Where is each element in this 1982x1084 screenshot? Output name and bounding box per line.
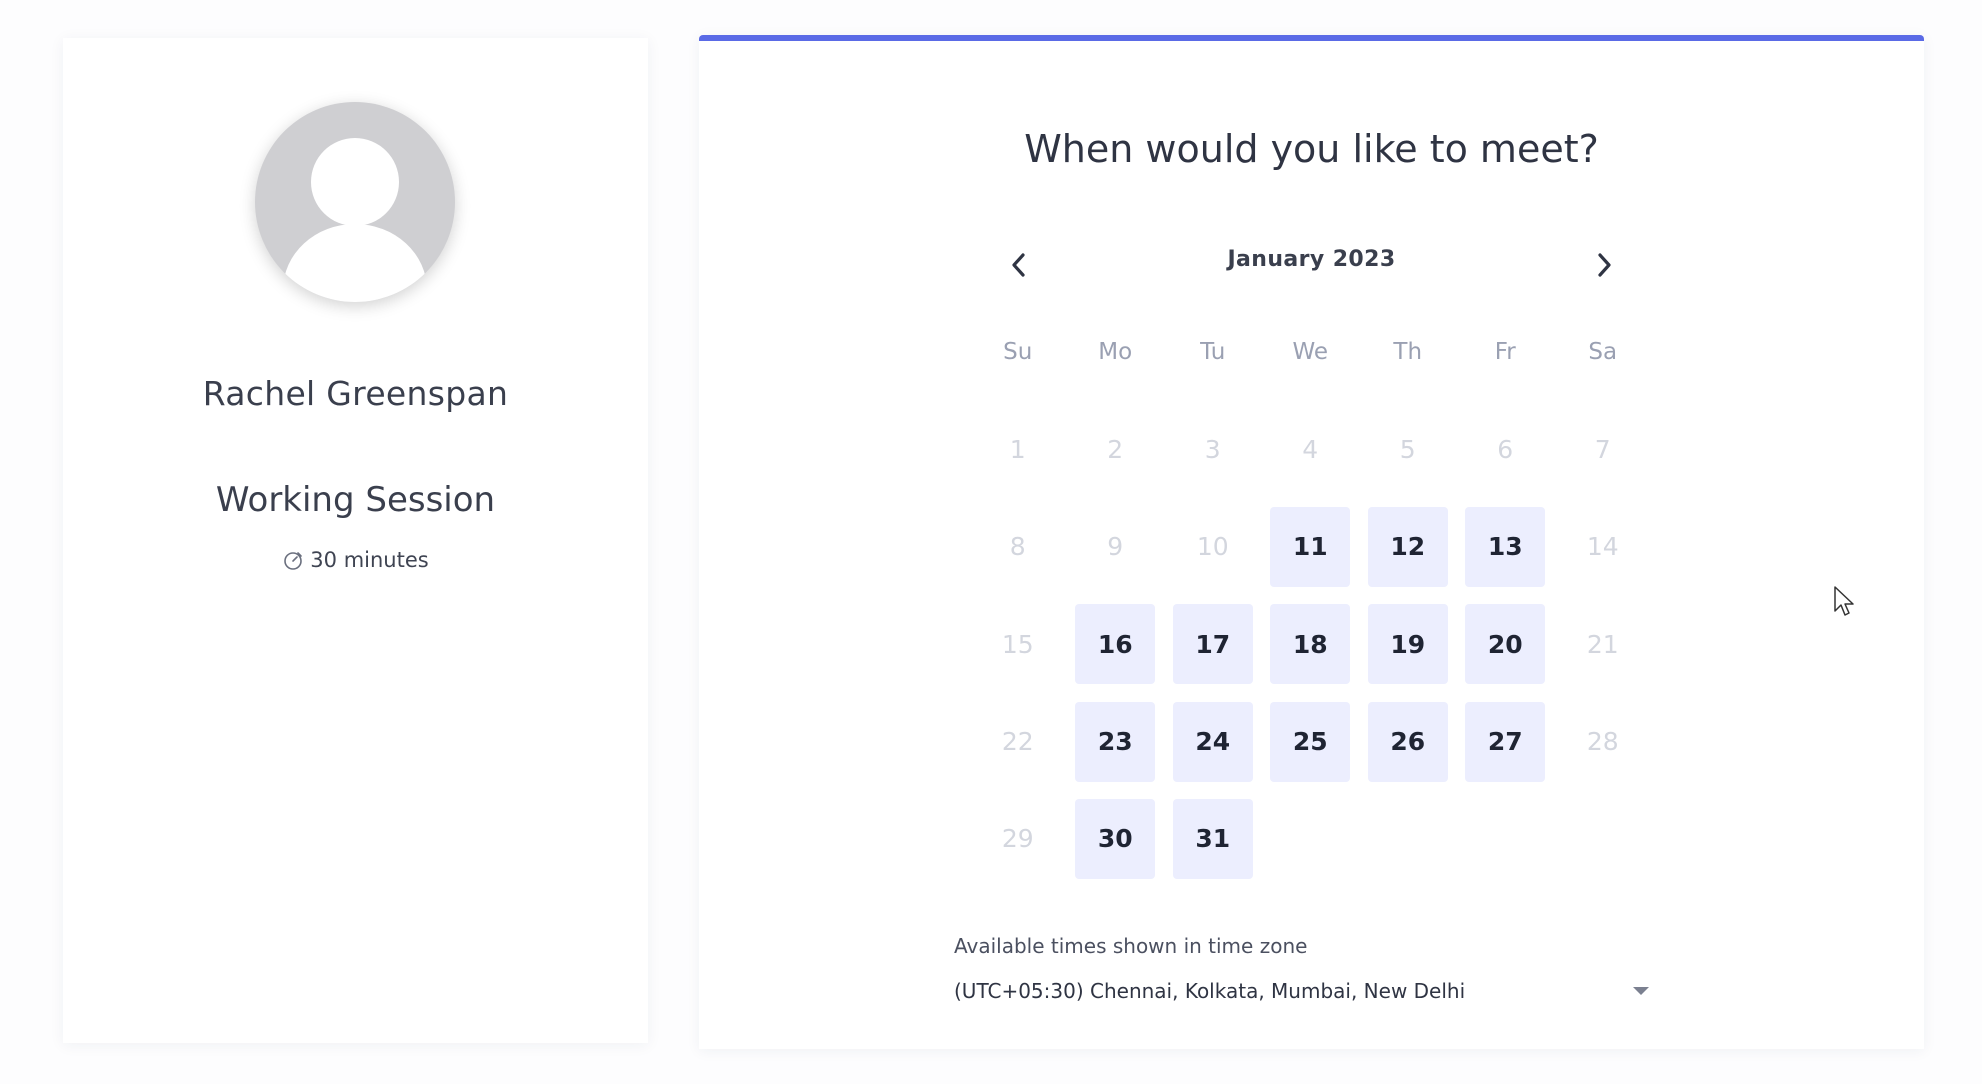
- calendar-day-unavailable: 7: [1594, 435, 1611, 465]
- calendar-day-unavailable: 22: [1001, 727, 1034, 757]
- calendar-cell: 5: [1359, 401, 1457, 498]
- calendar-day-available[interactable]: 11: [1270, 506, 1351, 587]
- calendar-day-unavailable: 8: [1009, 532, 1026, 562]
- calendar-cell: 22: [969, 693, 1067, 790]
- calendar-day-unavailable: 21: [1586, 629, 1619, 659]
- calendar-cell: 20: [1457, 596, 1555, 693]
- calendar-day-unavailable: 4: [1302, 435, 1319, 465]
- calendar-cell: 4: [1262, 401, 1360, 498]
- avatar: [255, 102, 455, 302]
- calendar-day-unavailable: 2: [1107, 435, 1124, 465]
- calendar-cell: 24: [1164, 693, 1262, 790]
- calendar-cell: 18: [1262, 596, 1360, 693]
- calendar-cell: 17: [1164, 596, 1262, 693]
- calendar-cell: 21: [1554, 596, 1652, 693]
- calendar-day-available[interactable]: 30: [1075, 798, 1156, 879]
- calendar-cell: 29: [969, 790, 1067, 887]
- calendar-cell: 25: [1262, 693, 1360, 790]
- weekday-label: Mo: [1098, 339, 1133, 365]
- calendar-cell: 13: [1457, 498, 1555, 595]
- calendar-day-available[interactable]: 12: [1367, 506, 1448, 587]
- calendar-cell: 16: [1067, 596, 1165, 693]
- calendar-day-unavailable: 29: [1001, 824, 1034, 854]
- page-title: When would you like to meet?: [1024, 127, 1599, 171]
- weekday-label: We: [1292, 339, 1329, 365]
- timer-icon: [284, 552, 303, 570]
- next-month-button[interactable]: [1584, 245, 1624, 285]
- user-placeholder-icon: [283, 138, 427, 302]
- calendar-day-available[interactable]: 27: [1465, 701, 1546, 782]
- calendar-cell: 15: [969, 596, 1067, 693]
- calendar-day-unavailable: 3: [1204, 435, 1221, 465]
- calendar-cell: 26: [1359, 693, 1457, 790]
- calendar-cell: 23: [1067, 693, 1165, 790]
- calendar-day-unavailable: 9: [1107, 532, 1124, 562]
- calendar-day-available[interactable]: 18: [1270, 604, 1351, 685]
- calendar-cell: 28: [1554, 693, 1652, 790]
- host-name: Rachel Greenspan: [202, 374, 509, 413]
- calendar-cell: 3: [1164, 401, 1262, 498]
- calendar-cell: 31: [1164, 790, 1262, 887]
- calendar-day-available[interactable]: 20: [1465, 604, 1546, 685]
- calendar-cell: 14: [1554, 498, 1652, 595]
- calendar-day-unavailable: 14: [1586, 532, 1619, 562]
- calendar-day-available[interactable]: 24: [1172, 701, 1253, 782]
- weekday-label: Tu: [1200, 339, 1226, 365]
- calendar-grid: 1 2 3 4 5 6 7 8 9 10 11 12 13 14 15 16 17 18 19 20 21 22 23 24 2…: [969, 401, 1652, 887]
- duration-label: 30 minutes: [310, 548, 429, 572]
- host-profile-panel: Rachel Greenspan Working Session 30 minu…: [63, 38, 648, 1043]
- calendar-day-unavailable: 5: [1399, 435, 1416, 465]
- weekday-label: Su: [1003, 339, 1033, 365]
- month-label: January 2023: [1227, 247, 1396, 272]
- weekday-label: Fr: [1494, 339, 1516, 365]
- weekday-label: Th: [1393, 339, 1423, 365]
- calendar-cell: 19: [1359, 596, 1457, 693]
- calendar-cell: 1: [969, 401, 1067, 498]
- calendar-cell: 7: [1554, 401, 1652, 498]
- event-duration: 30 minutes: [63, 548, 648, 572]
- calendar-day-available[interactable]: 19: [1367, 604, 1448, 685]
- timezone-select[interactable]: (UTC+05:30) Chennai, Kolkata, Mumbai, Ne…: [954, 969, 1654, 1013]
- calendar-day-available[interactable]: 25: [1270, 701, 1351, 782]
- calendar-cell: 6: [1457, 401, 1555, 498]
- timezone-value: (UTC+05:30) Chennai, Kolkata, Mumbai, Ne…: [954, 979, 1466, 1003]
- mouse-pointer-icon: [1833, 585, 1857, 623]
- calendar-cell: 9: [1067, 498, 1165, 595]
- calendar-day-unavailable: 15: [1001, 629, 1034, 659]
- calendar-day-available[interactable]: 23: [1075, 701, 1156, 782]
- calendar-cell: 27: [1457, 693, 1555, 790]
- calendar-day-available[interactable]: 31: [1172, 798, 1253, 879]
- calendar-cell: 30: [1067, 790, 1165, 887]
- calendar-cell: 10: [1164, 498, 1262, 595]
- caret-down-icon: [1633, 987, 1649, 995]
- chevron-right-icon: [1598, 253, 1611, 277]
- calendar-day-unavailable: 1: [1009, 435, 1026, 465]
- calendar-day-available[interactable]: 17: [1172, 604, 1253, 685]
- timezone-label: Available times shown in time zone: [954, 934, 1308, 958]
- weekday-label: Sa: [1588, 339, 1618, 365]
- date-picker-panel: When would you like to meet? January 202…: [699, 35, 1924, 1049]
- event-title: Working Session: [215, 480, 496, 520]
- calendar-day-unavailable: 28: [1586, 727, 1619, 757]
- calendar-day-unavailable: 10: [1196, 532, 1229, 562]
- calendar-day-available[interactable]: 13: [1465, 506, 1546, 587]
- calendar-day-available[interactable]: 16: [1075, 604, 1156, 685]
- calendar-cell: 11: [1262, 498, 1360, 595]
- calendar-cell: 12: [1359, 498, 1457, 595]
- calendar-day-unavailable: 6: [1497, 435, 1514, 465]
- calendar-cell: 8: [969, 498, 1067, 595]
- calendar-day-available[interactable]: 26: [1367, 701, 1448, 782]
- weekday-header: Su Mo Tu We Th Fr Sa: [969, 339, 1652, 365]
- calendar-cell: 2: [1067, 401, 1165, 498]
